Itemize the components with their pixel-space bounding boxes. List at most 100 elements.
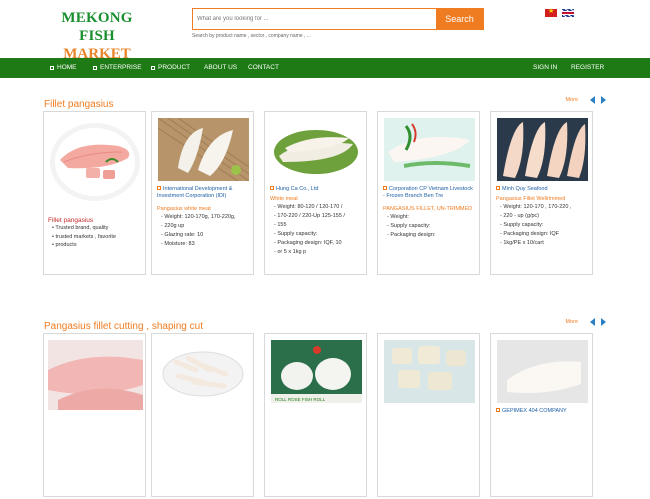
fillet-image: [50, 123, 140, 201]
checkbox-icon: [383, 186, 387, 190]
nav-about-us[interactable]: ABOUT US: [204, 64, 237, 71]
nav-home[interactable]: HOME: [50, 64, 77, 71]
checkbox-icon: [157, 186, 161, 190]
spec: Packaging design: IQF: [500, 230, 590, 239]
product-card[interactable]: [377, 333, 480, 497]
nav-label: CONTACT: [248, 64, 279, 71]
nav-register[interactable]: REGISTER: [571, 64, 604, 71]
product-card[interactable]: Corporation CP Vietnam Livestock - Froze…: [377, 111, 480, 275]
nav-label: REGISTER: [571, 64, 605, 71]
category-name: Fillet pangasius: [48, 217, 94, 224]
logo-line-1: MEKONG FISH: [61, 10, 133, 44]
company-name: Hung Ca Co., Ltd: [276, 186, 319, 192]
search-button[interactable]: Search: [436, 9, 483, 29]
product-image: [497, 340, 588, 403]
site-logo[interactable]: MEKONG FISH MARKET: [42, 9, 152, 63]
main-nav: HOME ENTERPRISE PRODUCT ABOUT US CONTACT…: [0, 58, 650, 78]
company-link[interactable]: Corporation CP Vietnam Livestock - Froze…: [383, 186, 475, 200]
prev-arrow-icon[interactable]: [590, 318, 595, 326]
product-image: [158, 118, 249, 181]
spec: Packaging design:: [387, 231, 477, 240]
checkbox-icon: [496, 408, 500, 412]
bullet: products: [52, 241, 142, 250]
product-specs: Weight: 80-120 / 120-170 / 170-220 / 220…: [274, 203, 364, 257]
nav-label: ENTERPRISE: [100, 64, 142, 71]
category-card[interactable]: Fillet pangasius Trusted brand, quality …: [43, 111, 146, 275]
more-link[interactable]: More: [565, 97, 578, 103]
product-row-1: Fillet pangasius Trusted brand, quality …: [43, 111, 609, 277]
section-title: Fillet pangasius: [44, 99, 114, 110]
company-name: Corporation CP Vietnam Livestock - Froze…: [383, 186, 473, 199]
image-caption: ROLL ROSE FISH ROLL: [275, 397, 326, 402]
nav-contact[interactable]: CONTACT: [248, 64, 279, 71]
next-arrow-icon[interactable]: [601, 318, 606, 326]
header: MEKONG FISH MARKET Search Search by prod…: [0, 0, 650, 62]
product-name: PANGASIUS FILLET, UN-TRIMMED: [383, 206, 473, 212]
company-link[interactable]: GEPIMEX 404 COMPANY: [496, 408, 588, 415]
next-arrow-icon[interactable]: [601, 96, 606, 104]
product-card[interactable]: [151, 333, 254, 497]
product-card[interactable]: International Development & Investment C…: [151, 111, 254, 275]
product-image: [497, 118, 588, 181]
spec: Packaging design: IQF, 10: [274, 239, 364, 248]
spec: Weight: 120-170 , 170-220 ,: [500, 203, 590, 212]
nav-sign-in[interactable]: SIGN IN: [533, 64, 557, 71]
spec-cont: 220g up: [161, 222, 251, 231]
search-input[interactable]: [193, 9, 437, 29]
product-image: [48, 340, 143, 410]
nav-product[interactable]: PRODUCT: [151, 64, 190, 71]
product-name: Pangasius Fillet Wellrimmed: [496, 196, 566, 202]
company-name: International Development & Investment C…: [157, 186, 233, 199]
company-link[interactable]: Hung Ca Co., Ltd: [270, 186, 362, 193]
company-name: Minh Quy Seafood: [502, 186, 548, 192]
bullet: trusted markets , favorite: [52, 233, 142, 242]
product-image: [158, 340, 249, 403]
nav-enterprise[interactable]: ENTERPRISE: [93, 64, 142, 71]
product-card[interactable]: GEPIMEX 404 COMPANY: [490, 333, 593, 497]
checkbox-icon: [496, 186, 500, 190]
uk-flag-icon[interactable]: [562, 9, 574, 17]
spec: Weight: 80-120 / 120-170 /: [274, 203, 364, 212]
spec-cont: 155: [274, 221, 364, 230]
section-fillet-header: Fillet pangasius More: [44, 94, 606, 110]
category-card[interactable]: [43, 333, 146, 497]
spec-cont: or 5 x 1kg p: [274, 248, 364, 257]
product-card[interactable]: Hung Ca Co., Ltd White meat Weight: 80-1…: [264, 111, 367, 275]
spec: Glazing rate: 10: [161, 231, 251, 240]
nav-label: SIGN IN: [533, 64, 558, 71]
spec-cont: 170-220 / 220-Up 125-155 /: [274, 212, 364, 221]
spec-cont-text: 220 - up (g/pc): [503, 213, 540, 219]
spec-cont-text: 220g up: [164, 223, 185, 229]
vietnam-flag-icon[interactable]: [545, 7, 557, 17]
product-name: White meat: [270, 196, 298, 202]
spec-cont: 1kg/PE x 10/cart: [500, 239, 590, 248]
company-link[interactable]: Minh Quy Seafood: [496, 186, 588, 193]
spec-cont: 220 - up (g/pc): [500, 212, 590, 221]
search-box: Search: [192, 8, 484, 30]
checkbox-icon: [270, 186, 274, 190]
product-card[interactable]: ROLL ROSE FISH ROLL: [264, 333, 367, 497]
spec: Weight: 120-170g, 170-220g,: [161, 213, 251, 222]
square-icon: [93, 65, 97, 70]
nav-label: ABOUT US: [204, 64, 238, 71]
product-image: [271, 118, 362, 181]
spec: Supply capacity:: [274, 230, 364, 239]
bullet: Trusted brand, quality: [52, 224, 142, 233]
product-name: Pangasius white meat: [157, 206, 211, 212]
company-link[interactable]: International Development & Investment C…: [157, 186, 249, 200]
product-image: [384, 340, 475, 403]
product-image: [384, 118, 475, 181]
more-link[interactable]: More: [565, 319, 578, 325]
spec: Weight:: [387, 213, 477, 222]
prev-arrow-icon[interactable]: [590, 96, 595, 104]
language-switcher: [545, 7, 574, 17]
product-specs: Weight: 120-170 , 170-220 , 220 - up (g/…: [500, 203, 590, 248]
product-row-2: ROLL ROSE FISH ROLL GEPIMEX 404 COMPANY: [43, 333, 609, 499]
section-cutting-header: Pangasius fillet cutting , shaping cut M…: [44, 316, 606, 332]
section-title: Pangasius fillet cutting , shaping cut: [44, 321, 203, 332]
category-bullets: Trusted brand, quality trusted markets ,…: [52, 224, 142, 250]
product-card[interactable]: Minh Quy Seafood Pangasius Fillet Wellri…: [490, 111, 593, 275]
spec-cont-text: 155: [277, 222, 287, 228]
spec-cont-text: 170-220 / 220-Up 125-155 /: [277, 213, 345, 219]
spec: Supply capacity:: [387, 222, 477, 231]
